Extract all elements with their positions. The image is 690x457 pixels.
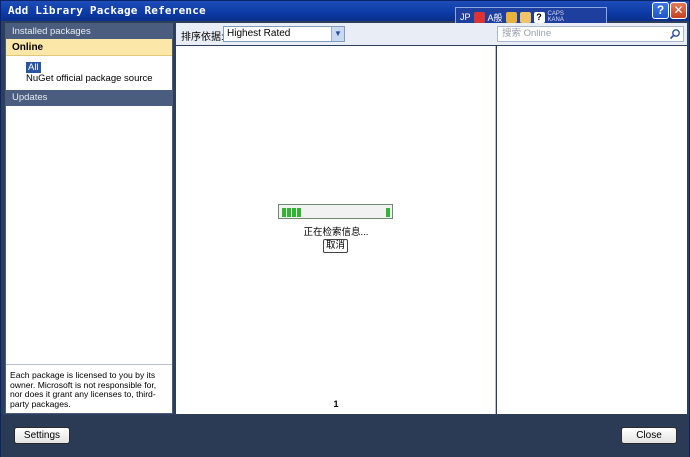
dictionary-icon[interactable] [505, 11, 517, 23]
caps-kana-indicator: CAPS KANA [548, 11, 564, 23]
search-input[interactable]: 搜索 Online [497, 26, 684, 42]
progress-bar [278, 204, 393, 219]
close-button[interactable]: Close [621, 427, 677, 444]
search-icon[interactable] [669, 28, 681, 40]
package-list: 正在检索信息... 取消 1 [176, 46, 496, 414]
help-button[interactable]: ? [652, 2, 669, 19]
sort-label: 排序依据: [181, 32, 224, 43]
status-text: 正在检索信息... [303, 227, 369, 238]
ime-kanji-label[interactable]: A般 [488, 11, 503, 24]
cancel-button[interactable]: 取消 [323, 239, 348, 253]
sidebar-item-all[interactable]: All [26, 62, 41, 73]
toolbar: 排序依据: Highest Rated ▼ 搜索 Online [176, 23, 687, 45]
progress-segment [282, 208, 286, 217]
progress-segment [292, 208, 296, 217]
ime-mode-label[interactable]: JP [460, 12, 471, 22]
sidebar-item-nuget-source[interactable]: NuGet official package source [26, 73, 172, 85]
sidebar: Installed packages Online All NuGet offi… [5, 23, 173, 414]
page-number[interactable]: 1 [176, 399, 496, 409]
chevron-down-icon[interactable]: ▼ [331, 27, 344, 41]
ime-icon[interactable] [473, 11, 485, 23]
dialog-window: Add Library Package Reference ? ✕ JP A般 … [0, 0, 690, 457]
close-window-button[interactable]: ✕ [670, 2, 687, 19]
sort-value: Highest Rated [227, 28, 291, 39]
window-title: Add Library Package Reference [8, 4, 206, 17]
search-placeholder: 搜索 Online [502, 28, 552, 39]
progress-segment [386, 208, 390, 217]
settings-button[interactable]: Settings [14, 427, 70, 444]
tools-icon[interactable] [519, 11, 531, 23]
details-pane [497, 46, 687, 414]
online-header[interactable]: Online [6, 39, 172, 56]
license-notice: Each package is licensed to you by its o… [6, 364, 172, 413]
updates-header[interactable]: Updates [6, 90, 172, 106]
footer: Settings Close [1, 415, 689, 457]
installed-packages-header[interactable]: Installed packages [6, 24, 172, 39]
progress-segment [287, 208, 291, 217]
progress-segment [297, 208, 301, 217]
sort-dropdown[interactable]: Highest Rated ▼ [223, 26, 345, 42]
ime-help-icon[interactable]: ? [533, 11, 545, 23]
